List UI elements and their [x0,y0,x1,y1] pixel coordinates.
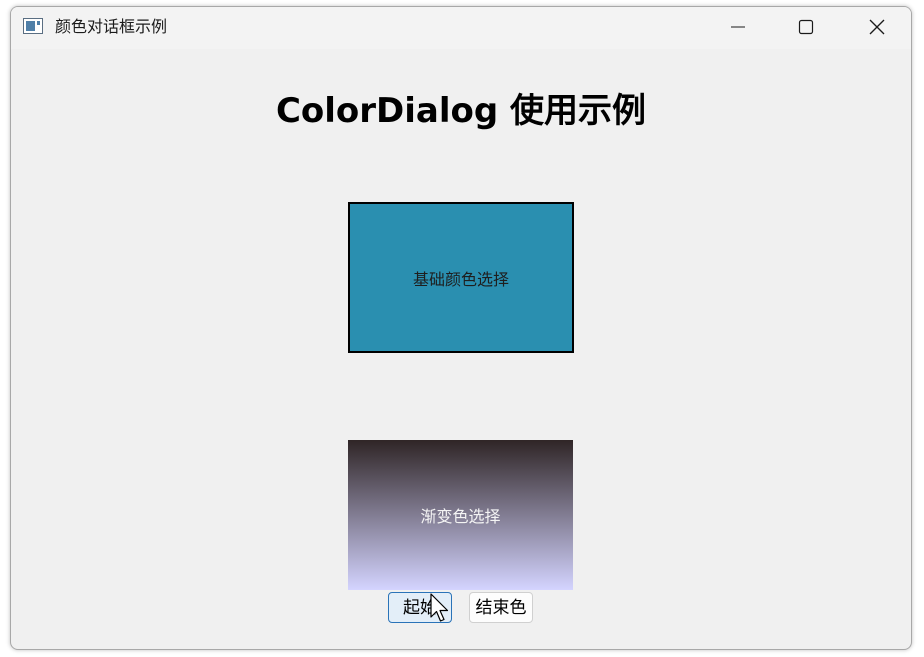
app-window: 颜色对话框示例 ColorDialog 使用示例 基础颜色选择 渐变色选择 起始… [10,6,912,650]
close-icon [868,18,886,36]
window-title: 颜色对话框示例 [55,17,168,36]
minimize-button[interactable] [715,7,761,47]
minimize-icon [730,19,746,35]
end-color-button[interactable]: 结束色 [469,592,533,623]
basic-color-box[interactable]: 基础颜色选择 [348,202,574,353]
gradient-color-label: 渐变色选择 [420,507,501,526]
mouse-cursor-icon [430,593,450,623]
close-button[interactable] [854,7,900,47]
gradient-color-box[interactable]: 渐变色选择 [348,440,573,590]
maximize-icon [798,19,814,35]
page-title: ColorDialog 使用示例 [275,91,647,131]
app-window-icon [23,18,43,34]
maximize-button[interactable] [783,7,829,47]
basic-color-label: 基础颜色选择 [412,269,509,289]
title-bar[interactable]: 颜色对话框示例 [11,7,911,49]
